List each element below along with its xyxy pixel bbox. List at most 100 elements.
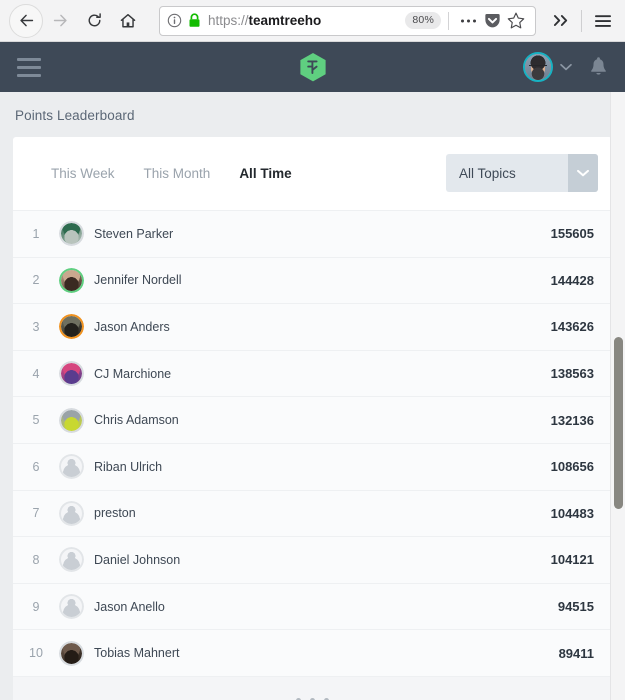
user-name: Chris Adamson (94, 413, 179, 428)
browser-toolbar: https://teamtreeho 80% (0, 0, 625, 42)
zoom-level-badge[interactable]: 80% (405, 12, 441, 29)
chevron-down-icon (577, 169, 589, 177)
points-value: 94515 (557, 599, 594, 615)
user-name: Riban Ulrich (94, 459, 163, 474)
scrollbar-thumb[interactable] (614, 337, 623, 509)
hamburger-menu-icon-bar (17, 73, 41, 77)
address-bar[interactable]: https://teamtreeho 80% (159, 5, 536, 36)
rank-label: 8 (32, 552, 40, 567)
table-row[interactable]: 1 Steven Parker 155605 (13, 210, 612, 257)
treehouse-logo-icon (299, 52, 326, 81)
user-name: Jason Anders (94, 319, 170, 334)
table-row[interactable]: 10 Tobias Mahnert 89411 (13, 629, 612, 676)
topic-filter-value: All Topics (459, 165, 516, 181)
table-row[interactable]: 7 preston 104483 (13, 489, 612, 537)
table-row[interactable]: 8 Daniel Johnson 104121 (13, 536, 612, 583)
avatar[interactable] (59, 547, 84, 573)
avatar[interactable] (59, 361, 84, 387)
points-value: 144428 (550, 272, 594, 288)
points-value: 143626 (550, 319, 594, 335)
double-chevron-icon (553, 15, 567, 26)
rank-label: 6 (32, 459, 40, 474)
avatar[interactable] (59, 454, 84, 480)
browser-menu-button[interactable] (587, 13, 619, 29)
avatar-ring (59, 454, 84, 480)
url-text: https://teamtreeho (208, 13, 398, 28)
table-row[interactable]: 5 Chris Adamson 132136 (13, 396, 612, 443)
chrome-right-controls (546, 9, 619, 32)
avatar[interactable] (59, 267, 84, 293)
avatar-ring (59, 221, 84, 247)
tab-this-week[interactable]: This Week (51, 166, 115, 181)
avatar-ring (59, 314, 84, 340)
avatar-ring (59, 267, 84, 293)
user-name: Tobias Mahnert (94, 646, 180, 661)
avatar-ring (59, 640, 84, 666)
avatar-ring (59, 547, 84, 573)
forward-button[interactable] (43, 4, 77, 38)
topic-filter-select[interactable]: All Topics (446, 154, 598, 192)
user-name: Steven Parker (94, 226, 174, 241)
avatar-ring (59, 500, 84, 526)
tab-this-month[interactable]: This Month (144, 166, 211, 181)
points-value: 108656 (550, 459, 594, 475)
url-scheme: https:// (208, 13, 249, 28)
table-row[interactable]: 4 CJ Marchione 138563 (13, 349, 612, 397)
topic-filter-arrow[interactable] (568, 154, 598, 192)
points-value: 104121 (550, 552, 594, 568)
avatar[interactable] (59, 407, 84, 433)
avatar-glasses (529, 65, 547, 70)
avatar[interactable] (59, 500, 84, 526)
star-icon[interactable] (504, 12, 528, 29)
reload-icon (88, 13, 101, 27)
avatar[interactable] (59, 640, 84, 666)
app-header-right (523, 52, 625, 82)
rank-label: 2 (32, 273, 40, 288)
account-menu-button[interactable] (559, 62, 573, 72)
pocket-icon[interactable] (480, 13, 504, 29)
leaderboard-card: This Week This Month All Time All Topics… (13, 137, 612, 700)
avatar-ring (59, 361, 84, 387)
rank-label: 9 (32, 599, 40, 614)
table-row[interactable]: 9 Jason Anello 94515 (13, 582, 612, 630)
table-row[interactable]: 6 Riban Ulrich 108656 (13, 442, 612, 490)
avatar[interactable] (59, 221, 84, 247)
table-row[interactable]: 2 Jennifer Nordell 144428 (13, 256, 612, 304)
app-menu-button[interactable] (17, 57, 41, 77)
avatar[interactable] (59, 594, 84, 620)
tab-all-time[interactable]: All Time (239, 166, 291, 181)
arrow-left-icon (19, 14, 33, 27)
points-value: 155605 (550, 226, 594, 242)
chevron-down-icon (560, 63, 572, 71)
avatar[interactable] (523, 52, 553, 82)
hamburger-menu-icon-bar (17, 65, 41, 69)
rank-label: 5 (32, 413, 40, 428)
loading-indicator (13, 675, 612, 700)
arrow-right-icon (53, 14, 67, 27)
hamburger-menu-icon (595, 14, 611, 27)
leaderboard-toolbar: This Week This Month All Time All Topics (13, 137, 612, 210)
bell-icon (591, 56, 606, 75)
overflow-button[interactable] (546, 13, 576, 28)
timeframe-tabs: This Week This Month All Time (27, 166, 292, 181)
rank-label: 1 (32, 226, 40, 241)
treehouse-logo-link[interactable] (299, 52, 327, 83)
page-scrollbar[interactable] (610, 92, 625, 700)
rank-label: 10 (29, 646, 43, 661)
points-value: 104483 (550, 505, 594, 521)
rank-label: 7 (32, 506, 40, 521)
avatar-ring (59, 407, 84, 433)
page-body: Points Leaderboard This Week This Month … (0, 92, 625, 700)
avatar[interactable] (59, 314, 84, 340)
rank-label: 3 (32, 319, 40, 334)
points-value: 132136 (550, 412, 594, 428)
rank-label: 4 (32, 366, 40, 381)
ellipsis-icon[interactable] (456, 18, 480, 24)
reload-button[interactable] (77, 4, 111, 38)
notifications-button[interactable] (588, 56, 609, 79)
back-button[interactable] (9, 3, 43, 38)
home-button[interactable] (111, 4, 145, 38)
site-info-icon[interactable] (167, 13, 182, 28)
table-row[interactable]: 3 Jason Anders 143626 (13, 303, 612, 350)
user-name: CJ Marchione (94, 366, 172, 381)
